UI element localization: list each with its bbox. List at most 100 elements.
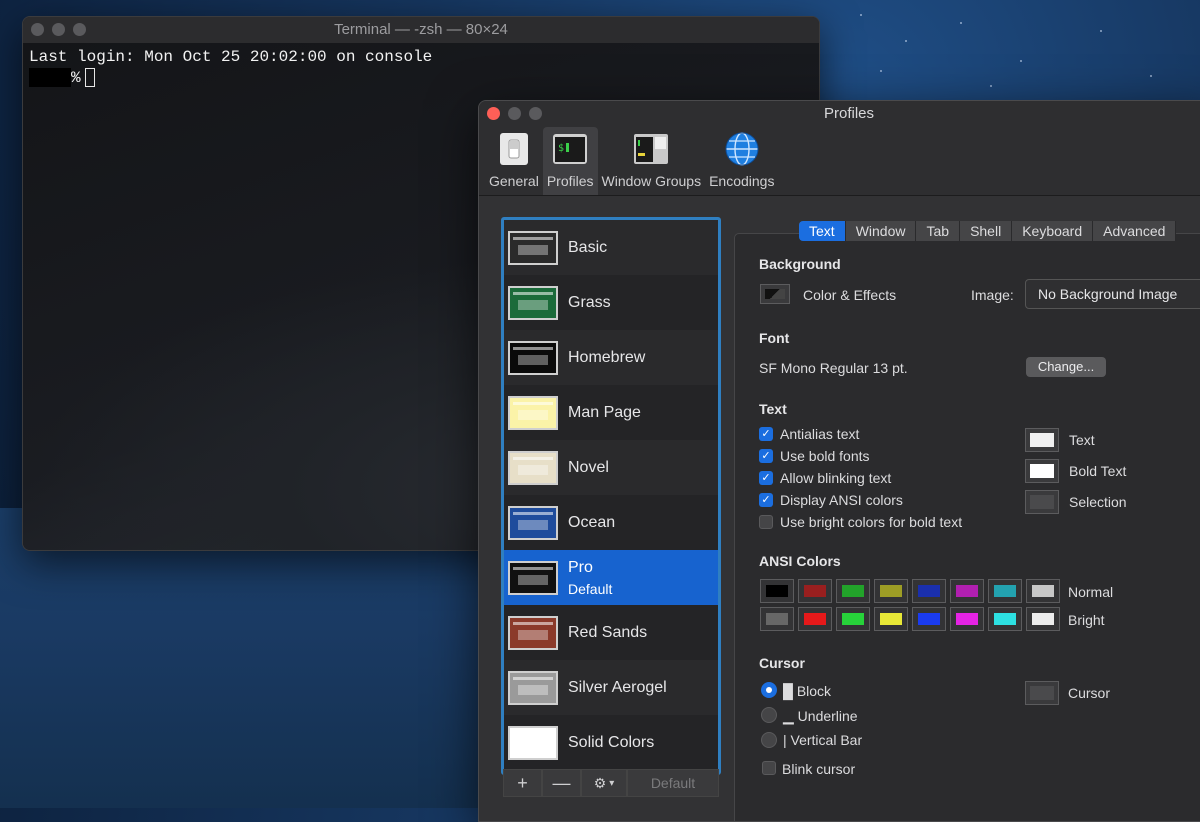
blink-cursor-checkbox[interactable] <box>762 761 776 775</box>
toolbar-profiles[interactable]: $ Profiles <box>542 127 598 195</box>
bold-text-color-well[interactable] <box>1025 459 1059 483</box>
cursor-underline-radio[interactable] <box>761 707 777 723</box>
terminal-profiles-icon: $ <box>553 134 588 164</box>
profile-item[interactable]: Pro Default <box>504 550 718 605</box>
blinking-text-label: Allow blinking text <box>780 470 892 486</box>
profile-thumbnail <box>508 340 558 375</box>
profile-item[interactable]: Novel <box>504 440 718 495</box>
selection-color-label: Selection <box>1069 494 1127 510</box>
text-heading: Text <box>759 401 787 417</box>
cursor-heading: Cursor <box>759 655 805 671</box>
terminal-line: Last login: Mon Oct 25 20:02:00 on conso… <box>29 48 433 66</box>
ansi-bright-color-well[interactable] <box>950 607 984 631</box>
profile-actions-button[interactable]: ⚙ ▾ <box>581 769 627 797</box>
tab-text[interactable]: Text <box>799 221 846 241</box>
cursor-color-well[interactable] <box>1025 681 1059 705</box>
toolbar-encodings[interactable]: Encodings <box>705 127 778 195</box>
globe-icon <box>725 132 759 166</box>
cursor-vertical-bar-option: | Vertical Bar <box>783 732 862 748</box>
settings-tabs: Text Window Tab Shell Keyboard Advanced <box>799 221 1177 241</box>
tab-tab[interactable]: Tab <box>916 221 961 241</box>
prefs-titlebar[interactable]: Profiles <box>479 101 1200 127</box>
ansi-bright-color-well[interactable] <box>836 607 870 631</box>
terminal-title: Terminal — -zsh — 80×24 <box>334 21 508 38</box>
terminal-titlebar[interactable]: Terminal — -zsh — 80×24 <box>23 17 819 44</box>
bright-bold-checkbox[interactable] <box>759 515 773 529</box>
ansi-normal-color-well[interactable] <box>950 579 984 603</box>
profiles-list-toolbar: + — ⚙ ▾ Default <box>503 769 719 797</box>
ansi-bright-color-well[interactable] <box>760 607 794 631</box>
zoom-button[interactable] <box>529 107 542 120</box>
ansi-normal-color-well[interactable] <box>836 579 870 603</box>
background-heading: Background <box>759 256 841 272</box>
ansi-normal-color-well[interactable] <box>988 579 1022 603</box>
tab-window[interactable]: Window <box>845 221 917 241</box>
gear-icon: ⚙ <box>593 774 607 791</box>
toolbar-window-groups[interactable]: Window Groups <box>598 127 706 195</box>
ansi-normal-color-well[interactable] <box>1026 579 1060 603</box>
profile-item[interactable]: Red Sands <box>504 605 718 660</box>
prefs-title: Profiles <box>823 105 875 122</box>
profile-thumbnail <box>508 725 558 760</box>
close-button[interactable] <box>487 107 500 120</box>
redacted-hostname <box>29 68 71 88</box>
bold-fonts-checkbox[interactable]: ✓ <box>759 449 773 463</box>
blinking-text-checkbox[interactable]: ✓ <box>759 471 773 485</box>
profile-thumbnail <box>508 505 558 540</box>
set-default-button[interactable]: Default <box>627 769 719 797</box>
vertical-bar-cursor-icon: | <box>783 732 787 748</box>
background-color-well[interactable] <box>760 284 790 304</box>
bold-fonts-label: Use bold fonts <box>780 448 870 464</box>
font-heading: Font <box>759 330 790 346</box>
tab-keyboard[interactable]: Keyboard <box>1012 221 1094 241</box>
profile-name: Pro <box>568 558 593 576</box>
ansi-colors-checkbox[interactable]: ✓ <box>759 493 773 507</box>
profile-name: Solid Colors <box>568 733 655 751</box>
profile-item[interactable]: Ocean <box>504 495 718 550</box>
ansi-colors-heading: ANSI Colors <box>759 553 841 569</box>
change-font-button[interactable]: Change... <box>1026 357 1106 377</box>
tab-advanced[interactable]: Advanced <box>1093 221 1177 241</box>
ansi-normal-color-well[interactable] <box>912 579 946 603</box>
cursor-block-option: █ Block <box>783 683 831 699</box>
profiles-list[interactable]: Basic Grass Homebrew Man Page Novel Ocean Pro D… <box>501 217 721 775</box>
ansi-bright-color-well[interactable] <box>912 607 946 631</box>
profile-item[interactable]: Basic <box>504 220 718 275</box>
prefs-window-controls[interactable] <box>487 107 542 120</box>
text-color-well[interactable] <box>1025 428 1059 452</box>
profile-item[interactable]: Solid Colors <box>504 715 718 770</box>
ansi-bright-color-well[interactable] <box>874 607 908 631</box>
ansi-normal-color-well[interactable] <box>760 579 794 603</box>
minimize-button[interactable] <box>508 107 521 120</box>
ansi-colors-label: Display ANSI colors <box>780 492 903 508</box>
terminal-window-controls[interactable] <box>31 23 86 36</box>
ansi-bright-color-well[interactable] <box>798 607 832 631</box>
minimize-button[interactable] <box>52 23 65 36</box>
ansi-bright-color-well[interactable] <box>1026 607 1060 631</box>
ansi-bright-label: Bright <box>1068 612 1105 628</box>
block-cursor-icon: █ <box>783 683 793 699</box>
ansi-normal-color-well[interactable] <box>798 579 832 603</box>
profiles-preferences-window[interactable]: Profiles General $ Profiles Window Group… <box>478 100 1200 822</box>
close-button[interactable] <box>31 23 44 36</box>
ansi-bright-color-well[interactable] <box>988 607 1022 631</box>
remove-profile-button[interactable]: — <box>542 769 581 797</box>
terminal-prompt-line: % <box>29 68 813 89</box>
tab-shell[interactable]: Shell <box>960 221 1013 241</box>
profile-item[interactable]: Homebrew <box>504 330 718 385</box>
cursor-vertical-bar-label: Vertical Bar <box>790 732 863 748</box>
profile-item[interactable]: Silver Aerogel <box>504 660 718 715</box>
zoom-button[interactable] <box>73 23 86 36</box>
selection-color-well[interactable] <box>1025 490 1059 514</box>
ansi-normal-color-well[interactable] <box>874 579 908 603</box>
add-profile-button[interactable]: + <box>503 769 542 797</box>
profile-item[interactable]: Man Page <box>504 385 718 440</box>
cursor-vertical-bar-radio[interactable] <box>761 732 777 748</box>
background-image-select[interactable]: No Background Image <box>1025 279 1200 309</box>
font-value: SF Mono Regular 13 pt. <box>759 360 908 376</box>
toolbar-general[interactable]: General <box>485 127 543 195</box>
profile-name: Red Sands <box>568 623 648 641</box>
antialias-checkbox[interactable]: ✓ <box>759 427 773 441</box>
cursor-block-radio[interactable] <box>761 682 777 698</box>
profile-item[interactable]: Grass <box>504 275 718 330</box>
